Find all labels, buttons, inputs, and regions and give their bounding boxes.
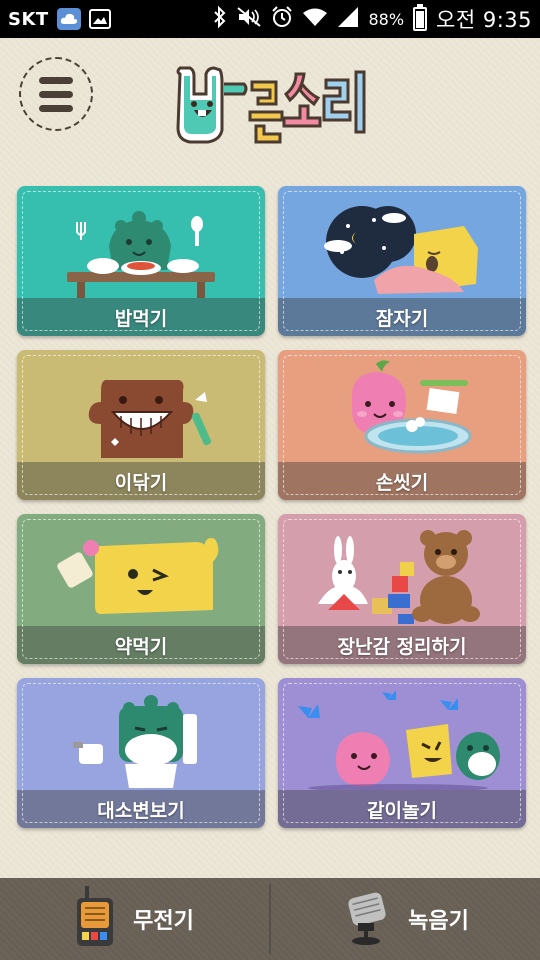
battery-percent: 88% (368, 9, 405, 29)
card-label: 약먹기 (114, 635, 168, 658)
walkie-talkie-label: 무전기 (133, 909, 194, 934)
signal-icon (337, 6, 359, 32)
card-label-bar: 밥먹기 (17, 298, 265, 336)
alarm-icon (271, 6, 293, 32)
toilet-illustration (73, 695, 197, 788)
card-label-bar: 잠자기 (278, 298, 526, 336)
battery-icon (413, 4, 428, 31)
card-label-bar: 약먹기 (17, 626, 265, 664)
card-label-bar: 손씻기 (278, 462, 526, 500)
wifi-icon (302, 7, 328, 31)
recorder-label: 녹음기 (408, 909, 469, 934)
card-label: 잠자기 (375, 307, 429, 330)
walkie-talkie-icon (75, 886, 115, 952)
card-label-bar: 같이놀기 (278, 790, 526, 828)
hamburger-icon (39, 76, 73, 84)
medicine-illustration (57, 538, 219, 614)
microphone-icon (342, 889, 390, 949)
card-eating[interactable]: 밥먹기 (17, 186, 265, 336)
card-brushing-teeth[interactable]: 이닦기 (17, 350, 265, 500)
card-label: 대소변보기 (97, 799, 185, 822)
status-bar: SKT 88% 오전 9:35 (0, 0, 540, 38)
recorder-button[interactable]: 녹음기 (271, 878, 540, 960)
handwashing-illustration (352, 360, 472, 454)
gallery-icon (88, 9, 111, 29)
clock: 오전 9:35 (436, 8, 532, 32)
card-playing-together[interactable]: 같이놀기 (278, 678, 526, 828)
card-label: 같이놀기 (367, 799, 437, 822)
card-label: 장난감 정리하기 (337, 635, 467, 658)
cloud-icon (56, 8, 81, 30)
mute-icon (236, 6, 262, 32)
card-label-bar: 이닦기 (17, 462, 265, 500)
walkie-talkie-button[interactable]: 무전기 (0, 878, 269, 960)
card-label: 밥먹기 (114, 307, 168, 330)
bluetooth-icon (213, 5, 227, 33)
card-taking-medicine[interactable]: 약먹기 (17, 514, 265, 664)
menu-button[interactable] (19, 57, 93, 131)
card-label: 이닦기 (114, 471, 168, 494)
card-tidying-toys[interactable]: 장난감 정리하기 (278, 514, 526, 664)
card-toilet[interactable]: 대소변보기 (17, 678, 265, 828)
sleeping-illustration (324, 206, 478, 294)
brushing-illustration (88, 380, 212, 458)
eating-illustration (67, 211, 215, 298)
card-label-bar: 장난감 정리하기 (278, 626, 526, 664)
bottom-bar: 무전기 녹음기 (0, 878, 540, 960)
card-label-bar: 대소변보기 (17, 790, 265, 828)
app-logo (172, 54, 372, 154)
playing-illustration (298, 690, 500, 790)
card-sleeping[interactable]: 잠자기 (278, 186, 526, 336)
card-washing-hands[interactable]: 손씻기 (278, 350, 526, 500)
toys-illustration (318, 530, 480, 624)
carrier-name: SKT (8, 8, 49, 30)
card-label: 손씻기 (375, 471, 429, 494)
